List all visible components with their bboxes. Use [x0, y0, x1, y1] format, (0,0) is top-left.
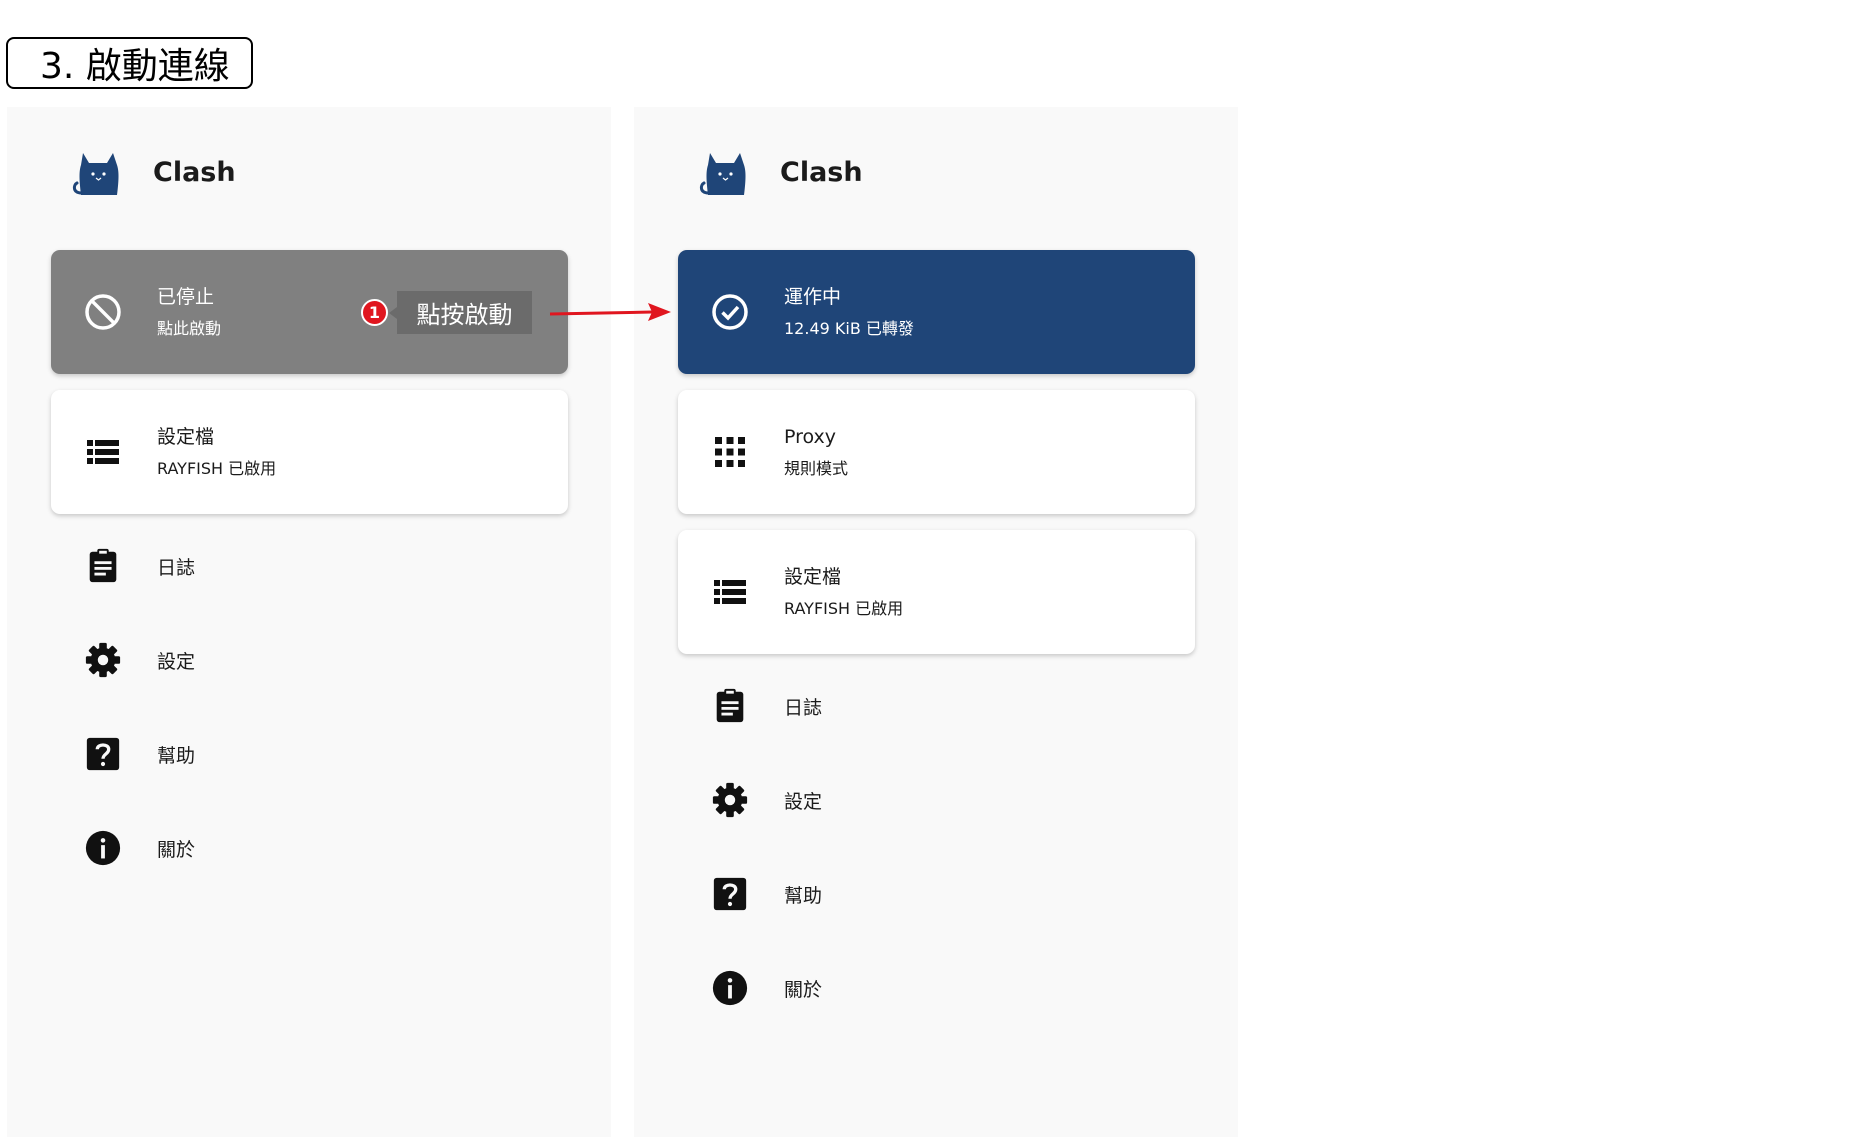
- tap-to-start-tooltip: 點按啟動: [389, 291, 532, 334]
- nav-label-logs: 日誌: [784, 696, 823, 719]
- help-icon: [710, 874, 750, 914]
- info-icon: [710, 968, 750, 1008]
- nav-item-help[interactable]: 幫助: [710, 872, 822, 916]
- profile-card[interactable]: 設定檔 RAYFISH 已啟用: [51, 390, 568, 514]
- arrow-icon: [549, 303, 671, 321]
- step-badge: 1: [361, 299, 388, 326]
- info-icon: [83, 828, 123, 868]
- clash-logo-icon: [699, 153, 746, 195]
- app-title: Clash: [780, 156, 863, 188]
- nav-label-settings: 設定: [784, 790, 823, 813]
- nav-item-settings[interactable]: 設定: [710, 778, 822, 822]
- profile-subtitle: RAYFISH 已啟用: [157, 459, 277, 478]
- gear-icon: [83, 640, 123, 680]
- nav-label-about: 關於: [784, 978, 823, 1001]
- step-title: 3. 啟動連線: [6, 37, 253, 89]
- check-circle-icon: [710, 292, 750, 332]
- app-screen-running: Clash 運作中 12.49 KiB 已轉發 Proxy 規則模式 設定檔 R…: [634, 107, 1238, 1137]
- status-subtitle: 點此啟動: [157, 319, 222, 338]
- nav-label-help: 幫助: [784, 884, 823, 907]
- apps-grid-icon: [710, 432, 750, 472]
- clipboard-icon: [83, 546, 123, 586]
- block-icon: [83, 292, 123, 332]
- nav-label-help: 幫助: [157, 744, 196, 767]
- nav-item-about[interactable]: 關於: [83, 826, 195, 870]
- proxy-title: Proxy: [784, 426, 837, 448]
- status-subtitle: 12.49 KiB 已轉發: [784, 319, 914, 338]
- gear-icon: [710, 780, 750, 820]
- nav-label-about: 關於: [157, 838, 196, 861]
- nav-item-logs[interactable]: 日誌: [710, 684, 822, 728]
- proxy-card[interactable]: Proxy 規則模式: [678, 390, 1195, 514]
- nav-label-logs: 日誌: [157, 556, 196, 579]
- list-icon: [710, 572, 750, 612]
- nav-item-logs[interactable]: 日誌: [83, 544, 195, 588]
- nav-item-settings[interactable]: 設定: [83, 638, 195, 682]
- profile-title: 設定檔: [157, 426, 215, 448]
- status-title: 已停止: [157, 286, 215, 308]
- profile-subtitle: RAYFISH 已啟用: [784, 599, 904, 618]
- nav-item-about[interactable]: 關於: [710, 966, 822, 1010]
- status-card-running[interactable]: 運作中 12.49 KiB 已轉發: [678, 250, 1195, 374]
- clipboard-icon: [710, 686, 750, 726]
- profile-title: 設定檔: [784, 566, 842, 588]
- help-icon: [83, 734, 123, 774]
- nav-label-settings: 設定: [157, 650, 196, 673]
- app-title: Clash: [153, 156, 236, 188]
- list-icon: [83, 432, 123, 472]
- nav-item-help[interactable]: 幫助: [83, 732, 195, 776]
- profile-card[interactable]: 設定檔 RAYFISH 已啟用: [678, 530, 1195, 654]
- clash-logo-icon: [72, 153, 119, 195]
- app-header: Clash: [71, 145, 236, 199]
- app-screen-stopped: Clash 已停止 點此啟動 設定檔 RAYFISH 已啟用 日誌 設定 幫助 …: [7, 107, 611, 1137]
- status-title: 運作中: [784, 286, 842, 308]
- proxy-subtitle: 規則模式: [784, 459, 849, 478]
- app-header: Clash: [698, 145, 863, 199]
